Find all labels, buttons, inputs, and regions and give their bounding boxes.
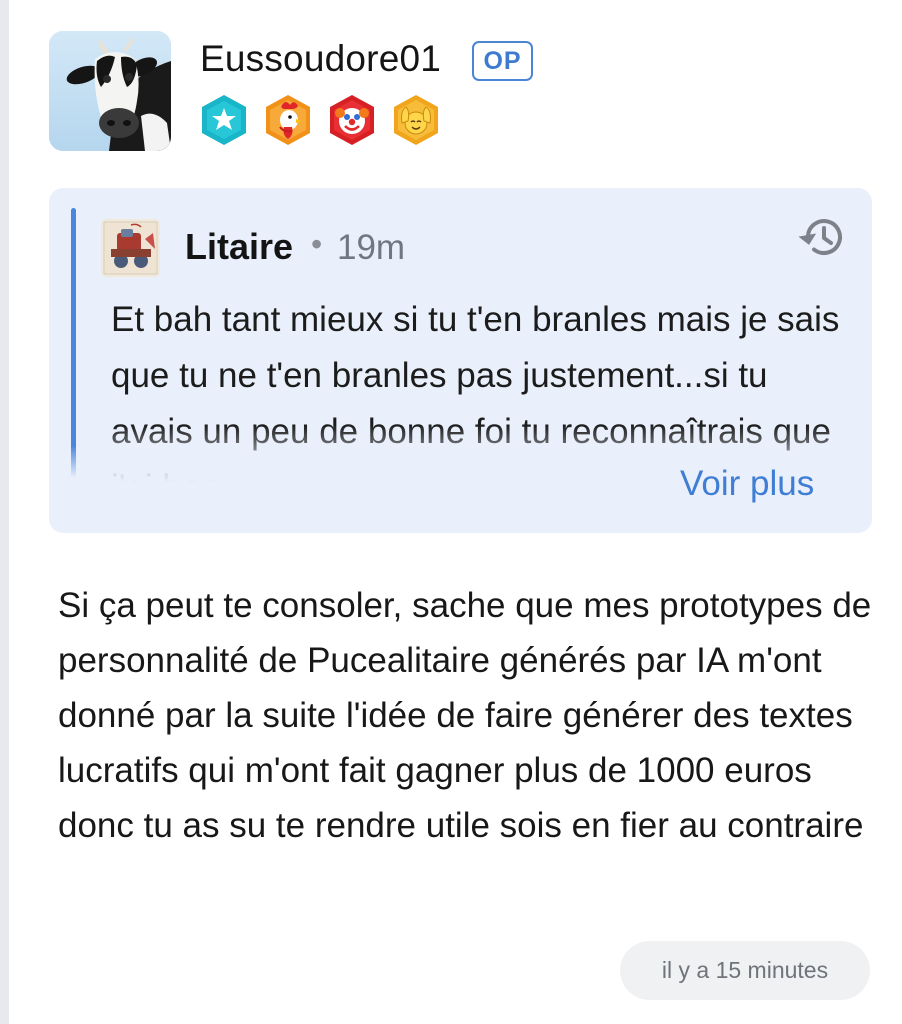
rooster-hexagon-badge-icon[interactable] xyxy=(262,93,314,147)
star-hexagon-badge-icon[interactable] xyxy=(198,93,250,147)
clown-hexagon-badge-icon[interactable] xyxy=(326,93,378,147)
quote-time: 19m xyxy=(337,228,406,267)
see-more-link[interactable]: Voir plus xyxy=(676,464,815,504)
quoted-message[interactable]: Litaire • 19m Et bah tant mieux si tu t'… xyxy=(49,188,872,533)
post-body-text: Si ça peut te consoler, sache que mes pr… xyxy=(58,586,872,845)
quote-accent-bar xyxy=(71,208,76,478)
author-avatar[interactable] xyxy=(49,31,171,151)
cow-avatar-icon xyxy=(49,31,171,151)
post-timestamp: il y a 15 minutes xyxy=(620,941,870,1000)
quote-author-avatar[interactable] xyxy=(101,219,160,277)
author-username[interactable]: Eussoudore01 xyxy=(200,38,441,80)
quote-author-name[interactable]: Litaire xyxy=(185,226,293,268)
quote-separator: • xyxy=(311,226,323,262)
quote-text: Et bah tant mieux si tu t'en branles mai… xyxy=(111,300,840,482)
op-badge: OP xyxy=(472,41,533,81)
quote-avatar-image xyxy=(101,219,160,277)
history-icon[interactable] xyxy=(796,211,848,263)
raised-hands-hexagon-badge-icon[interactable] xyxy=(390,93,442,147)
post: Eussoudore01 OP Litaire • 19m Et bah tan… xyxy=(0,0,902,1024)
